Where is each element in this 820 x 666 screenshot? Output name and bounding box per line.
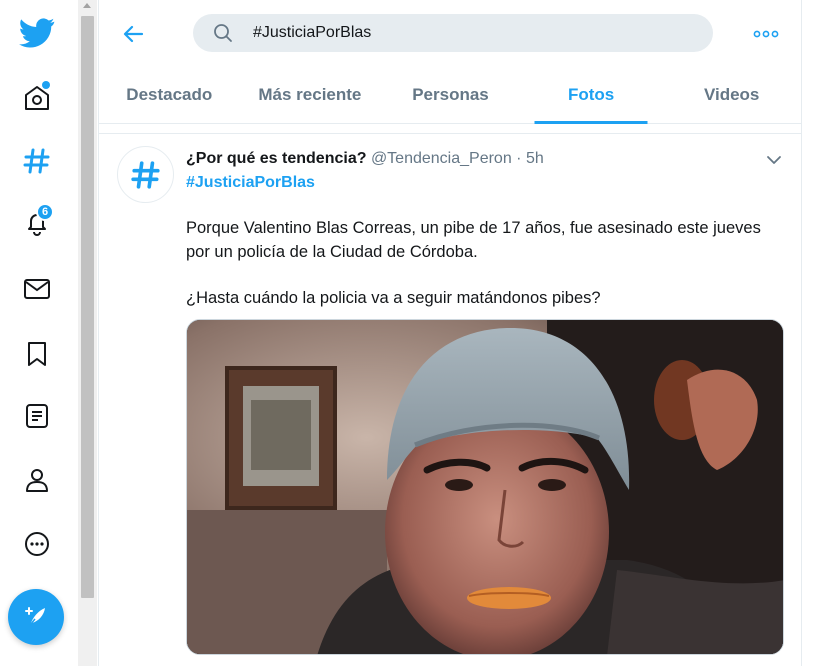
avatar[interactable] — [117, 146, 174, 203]
profile-icon — [26, 469, 48, 492]
more-options-button[interactable] — [749, 17, 783, 51]
compose-tweet-button[interactable] — [8, 589, 64, 645]
nav-more[interactable] — [0, 514, 74, 574]
nav-bookmarks[interactable] — [0, 324, 74, 384]
search-header — [99, 0, 802, 66]
main-column: Destacado Más reciente Personas Fotos Vi… — [98, 0, 802, 666]
left-navigation: 6 — [0, 0, 74, 666]
tweet-separator: · — [511, 150, 526, 167]
chevron-down-icon — [767, 156, 781, 164]
search-icon — [213, 22, 235, 44]
tweet-hashtag-link[interactable]: #JusticiaPorBlas — [186, 172, 786, 194]
back-button[interactable] — [117, 17, 151, 51]
nav-explore[interactable] — [0, 131, 74, 191]
tab-videos[interactable]: Videos — [661, 66, 802, 123]
nav-profile[interactable] — [0, 450, 74, 510]
scroll-up-arrow[interactable] — [83, 3, 91, 8]
scrollbar-thumb[interactable] — [81, 16, 94, 598]
tab-fotos[interactable]: Fotos — [521, 66, 662, 123]
tab-personas[interactable]: Personas — [380, 66, 521, 123]
tweet-menu-button[interactable] — [766, 152, 782, 170]
nav-messages[interactable] — [0, 259, 74, 319]
search-tabs: Destacado Más reciente Personas Fotos Vi… — [99, 66, 802, 124]
tweet-text-question: ¿Hasta cuándo la policia va a seguir mat… — [186, 289, 601, 307]
more-circle-icon — [25, 532, 49, 556]
twitter-logo-icon[interactable] — [0, 3, 74, 63]
bookmark-icon — [28, 342, 46, 366]
scrollbar[interactable] — [78, 0, 97, 666]
tab-mas-reciente[interactable]: Más reciente — [240, 66, 381, 123]
tweet-author-handle[interactable]: @Tendencia_Peron — [371, 150, 512, 167]
tweet-header: ¿Por qué es tendencia? @Tendencia_Peron … — [186, 148, 786, 170]
nav-home[interactable] — [0, 67, 74, 127]
tweet-photo[interactable] — [186, 319, 784, 655]
notifications-badge: 6 — [36, 203, 54, 221]
search-input[interactable] — [253, 24, 693, 42]
tab-destacado[interactable]: Destacado — [99, 66, 240, 123]
messages-envelope-icon — [24, 279, 50, 299]
tweet-text: Porque Valentino Blas Correas, un pibe d… — [186, 219, 761, 261]
tweet-author-name[interactable]: ¿Por qué es tendencia? — [186, 150, 366, 167]
feather-plus-icon — [25, 607, 45, 626]
hashtag-icon — [130, 160, 160, 189]
tweet-body: ¿Por qué es tendencia? @Tendencia_Peron … — [186, 148, 786, 310]
explore-hashtag-icon — [23, 148, 50, 174]
home-unread-dot — [42, 81, 50, 89]
nav-lists[interactable] — [0, 386, 74, 446]
search-box[interactable] — [193, 14, 713, 52]
ellipsis-icon — [753, 30, 779, 38]
tweet[interactable]: ¿Por qué es tendencia? @Tendencia_Peron … — [99, 133, 802, 666]
lists-icon — [26, 404, 48, 428]
photo-illustration — [187, 320, 783, 654]
tweet-timestamp[interactable]: 5h — [526, 150, 544, 167]
arrow-left-icon — [123, 25, 144, 43]
nav-notifications[interactable]: 6 — [0, 193, 74, 253]
